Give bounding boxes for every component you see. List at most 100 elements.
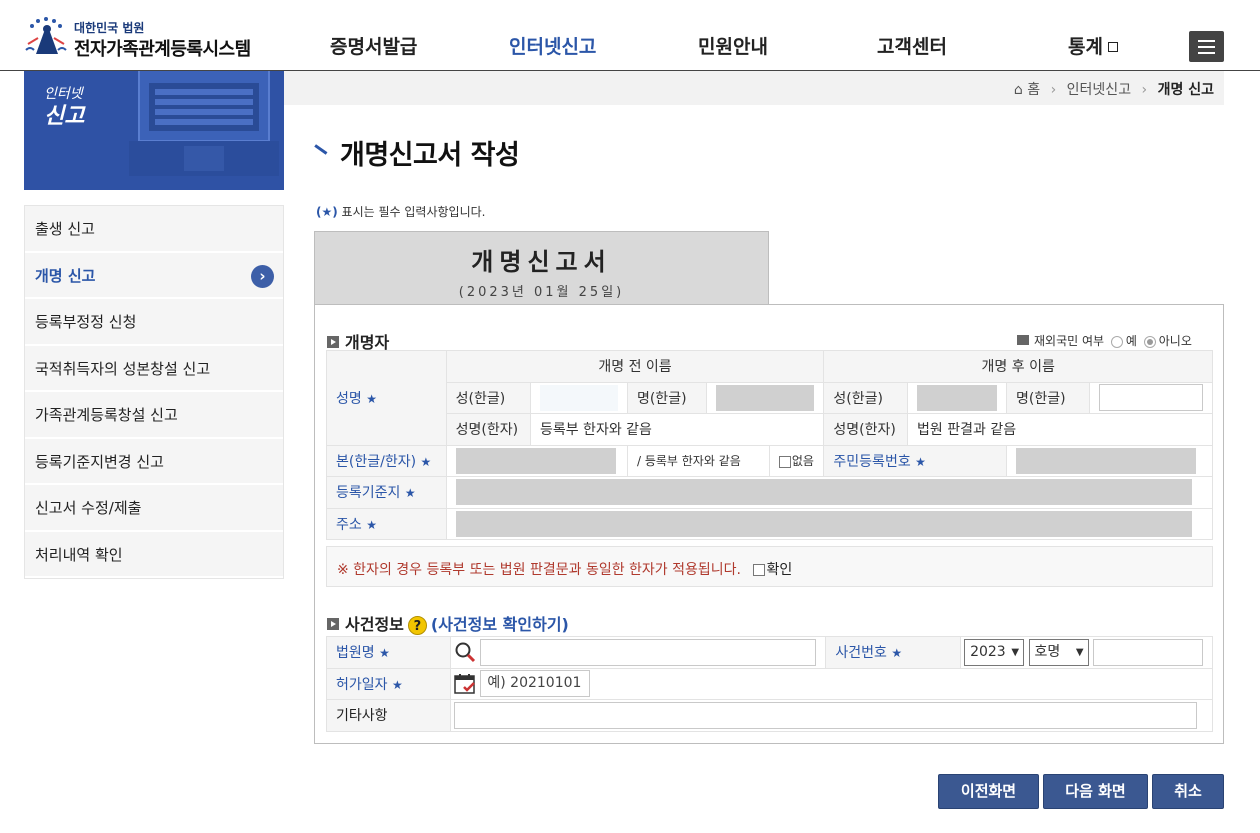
hanja-notice: ※ 한자의 경우 등록부 또는 법원 판결문과 동일한 한자가 적용됩니다. 확…: [326, 546, 1213, 587]
sidebar-item-label: 개명 신고: [35, 266, 96, 285]
sidebar-item-registration-creation[interactable]: 가족관계등록창설 신고: [25, 392, 283, 439]
resident-no-cell: [1006, 444, 1213, 477]
section-title-case: 사건정보? (사건정보 확인하기): [327, 611, 569, 635]
notice-confirm[interactable]: 확인: [753, 562, 792, 578]
reg-base-label: 등록기준지: [336, 485, 401, 502]
sidebar-item-correction[interactable]: 등록부정정 신청: [25, 299, 283, 346]
case-number-input[interactable]: [1092, 638, 1203, 666]
banner-line1: 인터넷: [44, 86, 83, 102]
overseas-no-radio[interactable]: [1143, 335, 1156, 348]
required-star: ★: [891, 646, 903, 661]
sidebar-item-name-change[interactable]: 개명 신고 ›: [25, 253, 283, 299]
section2-title-text: 사건정보: [345, 615, 404, 634]
nav-statistics[interactable]: 통계: [1068, 32, 1118, 59]
sidebar-item-edit-submit[interactable]: 신고서 수정/제출: [25, 485, 283, 532]
required-star: ★: [379, 646, 390, 661]
page-title: 개명신고서 작성: [340, 140, 520, 171]
resident-no-label: 주민등록번호: [833, 453, 911, 470]
prev-button[interactable]: 이전화면: [938, 774, 1039, 809]
section-bullet-icon: [327, 618, 339, 630]
case-check-link[interactable]: (사건정보 확인하기): [431, 615, 569, 634]
court-emblem-icon: [25, 17, 67, 54]
section-bullet-icon: [327, 336, 339, 348]
confirm-checkbox[interactable]: [753, 564, 766, 576]
court-label-cell: 법원명 ★: [326, 636, 451, 669]
overseas-yes-radio[interactable]: [1110, 335, 1123, 348]
home-icon[interactable]: ⌂: [1014, 82, 1023, 98]
overseas-no-label: 아니오: [1158, 334, 1192, 348]
cancel-button[interactable]: 취소: [1152, 774, 1224, 809]
after-given-cell: [1088, 381, 1214, 414]
breadcrumb: ⌂ 홈 › 인터넷신고 › 개명 신고: [1014, 79, 1214, 99]
required-star: ★: [366, 517, 377, 532]
after-surname-label: 성(한글): [823, 381, 909, 414]
after-given-label: 명(한글): [1006, 381, 1090, 414]
bon-label: 본(한글/한자): [336, 453, 417, 470]
breadcrumb-level1[interactable]: 인터넷신고: [1067, 82, 1131, 98]
etc-cell: [449, 699, 1214, 732]
search-icon[interactable]: [454, 641, 476, 663]
section-bullet-icon: [1017, 335, 1029, 345]
after-given-input[interactable]: [1098, 384, 1203, 412]
hanja-notice-text: ※ 한자의 경우 등록부 또는 법원 판결문과 동일한 한자가 적용됩니다.: [337, 562, 741, 578]
reg-base-cell: [445, 476, 1214, 509]
required-mark: (★): [316, 205, 338, 219]
breadcrumb-separator: ›: [1050, 82, 1057, 98]
required-star: ★: [366, 391, 377, 406]
nav-civil-guide[interactable]: 민원안내: [698, 32, 768, 59]
court-cell: [449, 636, 827, 669]
overseas-label: 재외국민 여부: [1034, 334, 1105, 348]
before-given-label: 명(한글): [626, 381, 708, 414]
etc-label: 기타사항: [326, 699, 451, 732]
external-link-icon: [1107, 42, 1118, 52]
required-note-text: 표시는 필수 입력사항입니다.: [337, 205, 486, 219]
bon-note: / 등록부 한자와 같음: [626, 444, 770, 477]
resident-no-value: [1016, 447, 1197, 474]
before-surname-cell: [529, 381, 628, 414]
case-year-select[interactable]: 2023: [964, 638, 1025, 666]
confirm-label: 확인: [766, 562, 793, 578]
sidebar-item-birth[interactable]: 출생 신고: [25, 206, 283, 253]
laptop-icon: [129, 71, 279, 176]
hamburger-menu-button[interactable]: [1189, 31, 1224, 62]
before-name-header: 개명 전 이름: [445, 350, 825, 383]
sidebar-item-history[interactable]: 처리내역 확인: [25, 532, 283, 578]
nav-internet-report[interactable]: 인터넷신고: [509, 32, 596, 59]
sidebar-menu: 출생 신고 개명 신고 › 등록부정정 신청 국적취득자의 성본창설 신고 가족관…: [24, 205, 284, 579]
court-name-input[interactable]: [480, 638, 817, 666]
after-hanja-label: 성명(한자): [823, 413, 909, 446]
name-label: 성명: [336, 390, 362, 407]
required-star: ★: [915, 454, 926, 469]
court-label: 법원명: [336, 645, 375, 662]
address-cell: [445, 507, 1214, 540]
before-hanja-value: 등록부 한자와 같음: [529, 413, 825, 446]
help-icon[interactable]: ?: [407, 616, 427, 635]
case-type-select[interactable]: 호명: [1028, 638, 1089, 666]
case-no-label: 사건번호: [835, 645, 887, 662]
nav-customer-center[interactable]: 고객센터: [877, 32, 947, 59]
bon-none-checkbox[interactable]: [778, 455, 791, 468]
reg-base-label-cell: 등록기준지 ★: [326, 476, 447, 509]
etc-input[interactable]: [453, 701, 1197, 729]
name-label-cell: 성명 ★: [326, 350, 447, 446]
after-name-header: 개명 후 이름: [823, 350, 1213, 383]
next-button[interactable]: 다음 화면: [1043, 774, 1148, 809]
address-label: 주소: [336, 516, 362, 533]
breadcrumb-current: 개명 신고: [1157, 82, 1214, 98]
site-logo[interactable]: 대한민국 법원 전자가족관계등록시스템: [24, 14, 264, 60]
permit-date-input[interactable]: 예) 20210101: [480, 670, 591, 698]
sidebar-item-base-change[interactable]: 등록기준지변경 신고: [25, 439, 283, 485]
sidebar-item-surname-creation[interactable]: 국적취득자의 성본창설 신고: [25, 346, 283, 392]
chevron-right-icon: ›: [251, 264, 274, 288]
nav-certificate[interactable]: 증명서발급: [330, 32, 417, 59]
resident-no-label-cell: 주민등록번호 ★: [823, 444, 1008, 477]
breadcrumb-home[interactable]: 홈: [1027, 82, 1040, 98]
case-no-label-cell: 사건번호 ★: [825, 636, 962, 669]
before-surname-value: [539, 384, 618, 411]
calendar-icon[interactable]: [454, 673, 476, 695]
nav-statistics-label: 통계: [1068, 36, 1103, 58]
required-star: ★: [420, 454, 432, 469]
after-hanja-value: 법원 판결과 같음: [907, 413, 1213, 446]
after-surname-input[interactable]: [917, 384, 998, 411]
before-hanja-label: 성명(한자): [445, 413, 531, 446]
